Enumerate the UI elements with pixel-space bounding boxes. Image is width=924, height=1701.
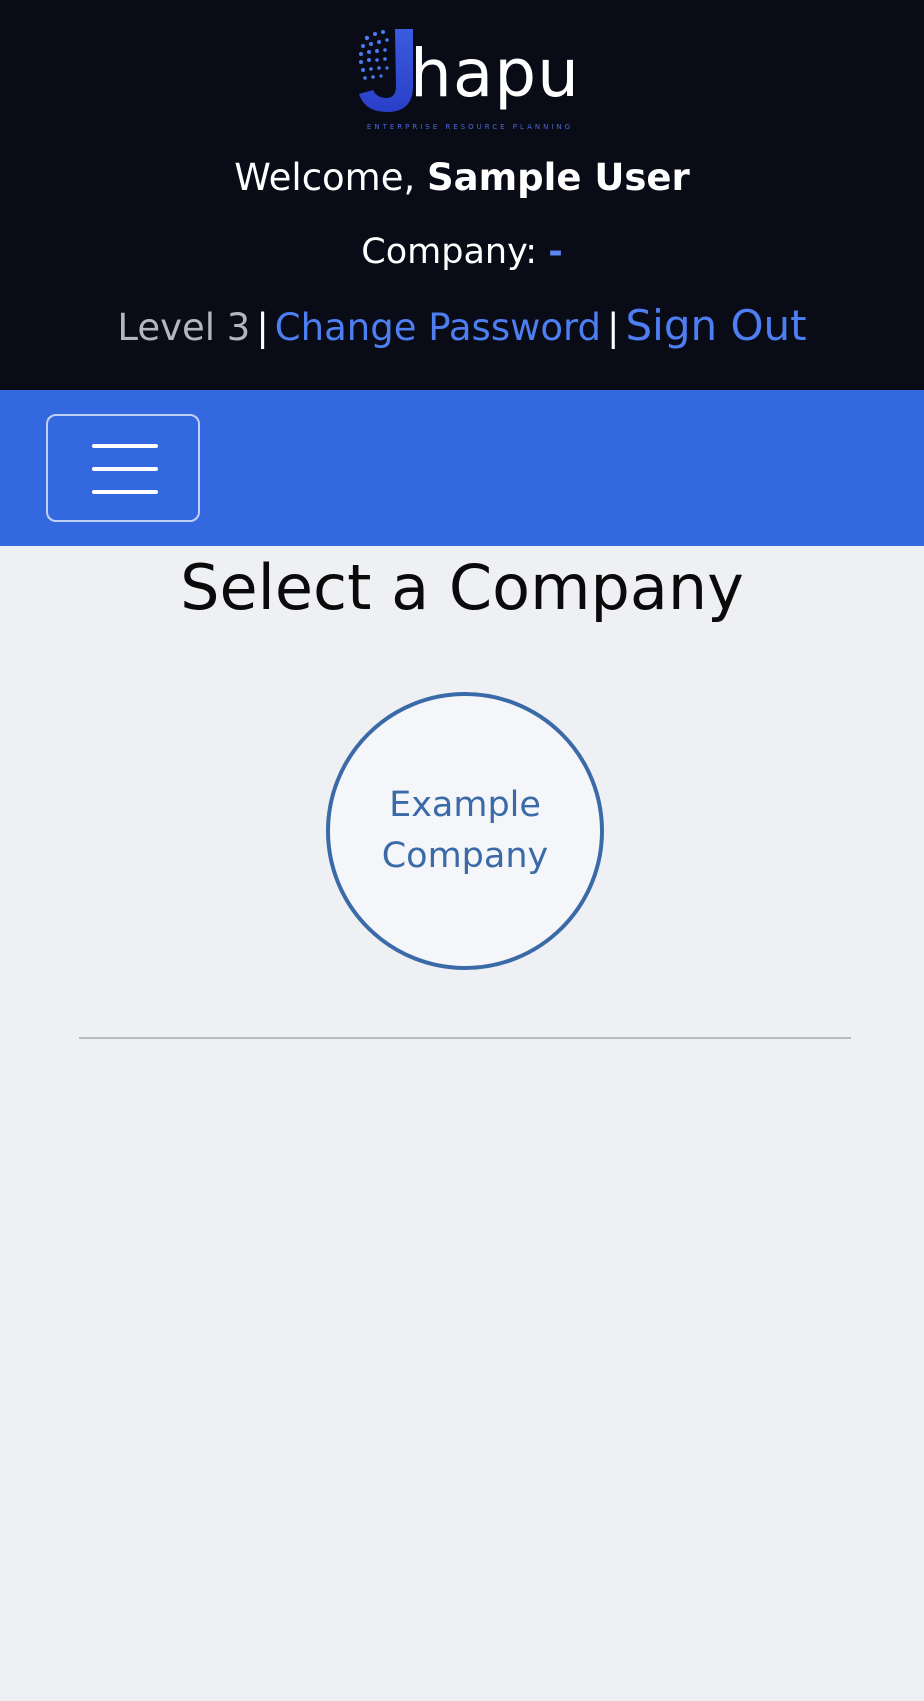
welcome-message: Welcome, Sample User bbox=[0, 152, 924, 204]
page-title: Select a Company bbox=[180, 551, 744, 624]
divider bbox=[79, 1037, 851, 1039]
separator: | bbox=[256, 306, 269, 349]
user-level: Level 3 bbox=[117, 306, 251, 349]
top-header: hapu ENTERPRISE RESOURCE PLANNING Welcom… bbox=[0, 0, 924, 390]
sign-out-link[interactable]: Sign Out bbox=[626, 301, 807, 350]
change-password-link[interactable]: Change Password bbox=[275, 306, 601, 349]
jhapu-logo: hapu ENTERPRISE RESOURCE PLANNING bbox=[355, 24, 579, 136]
company-value: - bbox=[548, 232, 563, 272]
menu-toggle-button[interactable] bbox=[46, 414, 200, 522]
logo-tagline: ENTERPRISE RESOURCE PLANNING bbox=[366, 123, 574, 131]
current-company: Company: - bbox=[0, 226, 924, 278]
user-name: Sample User bbox=[427, 156, 690, 199]
account-links: Level 3 | Change Password | Sign Out bbox=[0, 298, 924, 356]
logo-wordmark: hapu bbox=[410, 35, 580, 112]
company-label: Company: bbox=[361, 232, 538, 272]
welcome-prefix: Welcome, bbox=[234, 156, 416, 199]
company-option-label: Example Company bbox=[381, 785, 549, 876]
separator: | bbox=[607, 306, 620, 349]
navbar bbox=[0, 390, 924, 546]
company-option-button[interactable]: Example Company bbox=[326, 692, 604, 970]
